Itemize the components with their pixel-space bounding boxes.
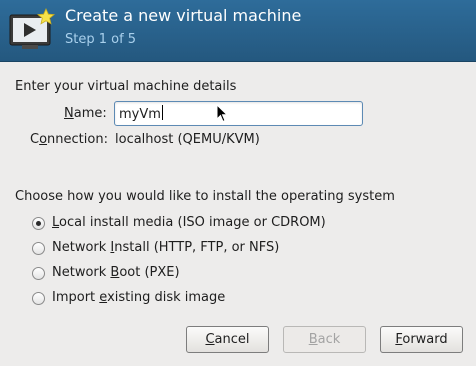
forward-button[interactable]: Forward	[380, 326, 463, 353]
mouse-pointer-icon	[216, 104, 228, 123]
connection-value: localhost (QEMU/KVM)	[115, 132, 260, 147]
name-input-text: myVm	[119, 107, 161, 122]
name-input[interactable]: myVm	[114, 101, 363, 126]
details-heading: Enter your virtual machine details	[15, 79, 237, 94]
install-heading: Choose how you would like to install the…	[15, 189, 395, 204]
name-label: Name:	[64, 106, 107, 121]
text-caret	[161, 105, 163, 120]
radio-label[interactable]: Local install media (ISO image or CDROM)	[52, 214, 326, 232]
radio-button[interactable]	[32, 217, 45, 230]
radio-label[interactable]: Import existing disk image	[52, 289, 225, 307]
cancel-button[interactable]: Cancel	[186, 326, 269, 353]
radio-button[interactable]	[32, 242, 45, 255]
connection-label: Connection:	[30, 132, 108, 147]
name-input-value[interactable]: myVm	[119, 105, 163, 123]
virtual-machine-icon	[9, 8, 56, 49]
radio-button[interactable]	[32, 267, 45, 280]
radio-label[interactable]: Network Install (HTTP, FTP, or NFS)	[52, 239, 279, 257]
wizard-step: Step 1 of 5	[65, 32, 137, 47]
wizard-title: Create a new virtual machine	[65, 6, 302, 25]
wizard-header: Create a new virtual machine Step 1 of 5	[0, 0, 476, 62]
radio-button[interactable]	[32, 292, 45, 305]
radio-label[interactable]: Network Boot (PXE)	[52, 264, 180, 282]
back-button: Back	[283, 326, 366, 353]
